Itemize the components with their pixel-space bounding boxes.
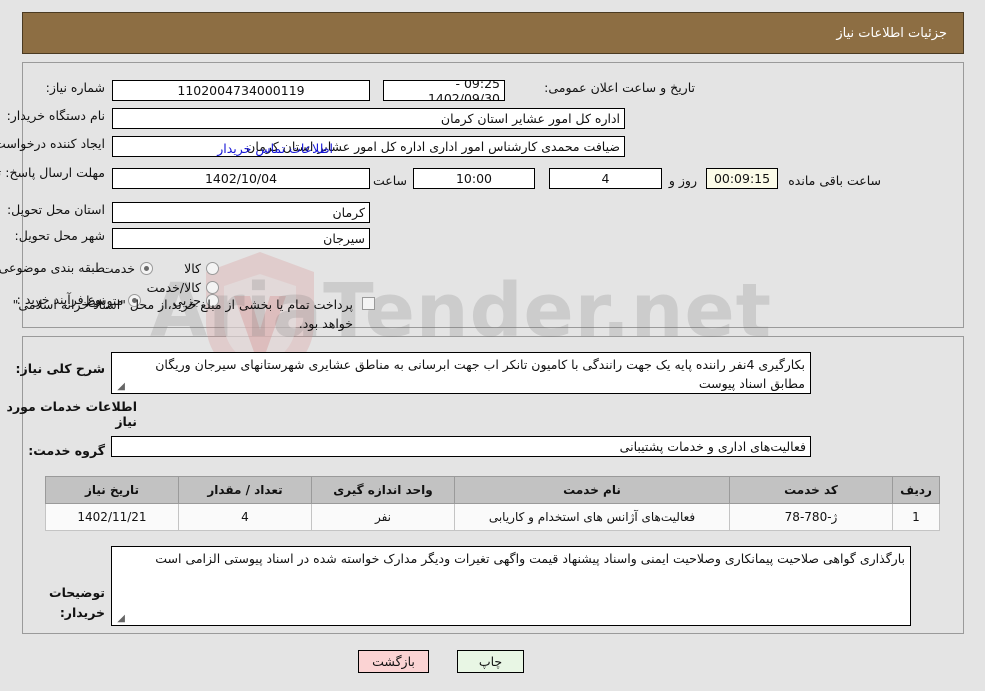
category-option-kala[interactable]: کالا <box>184 261 219 276</box>
table-header-row: ردیف کد خدمت نام خدمت واحد اندازه گیری ت… <box>45 476 940 504</box>
services-table: ردیف کد خدمت نام خدمت واحد اندازه گیری ت… <box>45 476 940 531</box>
countdown-timer-value: 00:09:15 <box>713 171 771 186</box>
service-group-label-wrap: گروه خدمت: <box>28 440 105 460</box>
print-button-label: چاپ <box>478 654 503 669</box>
buyer-contact-link-label: اطلاعات تماس خریدار <box>217 141 333 156</box>
days-and-label: روز و <box>668 173 697 188</box>
description-label: شرح کلی نیاز: <box>15 361 105 376</box>
col-row-no: ردیف <box>892 476 940 504</box>
radio-icon[interactable] <box>140 262 154 275</box>
services-section-title: اطلاعات خدمات مورد نیاز <box>6 399 137 429</box>
back-button-label: بازگشت <box>372 654 415 669</box>
col-quantity: تعداد / مقدار <box>178 476 312 504</box>
description-label-wrap: شرح کلی نیاز: <box>16 358 105 378</box>
treasury-note-wrap: پرداخت تمام یا بخشی از مبلغ خرید،از محل … <box>0 294 353 332</box>
public-announce-field[interactable]: 09:25 - 1402/09/30 <box>383 80 505 101</box>
radio-icon[interactable] <box>206 262 219 275</box>
countdown-timer-field: 00:09:15 <box>706 168 778 189</box>
buyer-notes-label: توضیحات خریدار: <box>49 585 105 620</box>
public-announce-value: 09:25 - 1402/09/30 <box>427 80 500 101</box>
buyer-notes-label-wrap: توضیحات خریدار: <box>0 582 105 622</box>
col-unit: واحد اندازه گیری <box>311 476 455 504</box>
public-announce-label: تاریخ و ساعت اعلان عمومی: <box>544 80 695 95</box>
province-value: کرمان <box>332 205 365 220</box>
resize-grip-icon[interactable]: ◢ <box>115 614 125 624</box>
cell-service-name: فعالیت‌های آژانس های استخدام و کاریابی <box>454 503 730 531</box>
page-header: جزئیات اطلاعات نیاز <box>22 12 964 54</box>
city-field[interactable]: سیرجان <box>112 228 370 249</box>
hour-field[interactable]: 10:00 <box>413 168 535 189</box>
hour-label-wrap: ساعت <box>373 170 407 189</box>
deadline-date-value: 1402/10/04 <box>204 171 278 186</box>
deadline-label: مهلت ارسال پاسخ: تا تاریخ: <box>0 165 105 180</box>
days-field[interactable]: 4 <box>549 168 662 189</box>
service-group-label: گروه خدمت: <box>28 443 105 458</box>
description-value: بکارگیری 4نفر راننده پایه یک جهت رانندگی… <box>155 357 805 391</box>
cell-row-no: 1 <box>892 503 940 531</box>
buyer-contact-link[interactable]: اطلاعات تماس خریدار <box>217 138 333 157</box>
cell-need-date: 1402/11/21 <box>45 503 179 531</box>
city-label: شهر محل تحویل: <box>14 228 105 243</box>
need-number-field[interactable]: 1102004734000119 <box>112 80 370 101</box>
hour-label: ساعت <box>372 173 407 188</box>
page-title: جزئیات اطلاعات نیاز <box>836 25 947 41</box>
days-and-label-wrap: روز و <box>669 170 697 189</box>
service-group-field[interactable]: فعالیت‌های اداری و خدمات پشتیبانی <box>111 436 811 457</box>
creator-field[interactable]: ضیافت محمدی کارشناس امور اداری اداره کل … <box>112 136 625 157</box>
description-textarea[interactable]: بکارگیری 4نفر راننده پایه یک جهت رانندگی… <box>111 352 811 394</box>
need-number-label: شماره نیاز: <box>45 80 105 95</box>
category-option-label: کالا <box>184 261 201 276</box>
services-table-head: ردیف کد خدمت نام خدمت واحد اندازه گیری ت… <box>45 476 940 504</box>
deadline-date-field[interactable]: 1402/10/04 <box>112 168 370 189</box>
province-label-wrap: استان محل تحویل: <box>7 202 105 219</box>
deadline-label-wrap: مهلت ارسال پاسخ: تا تاریخ: <box>0 164 105 182</box>
creator-label: ایجاد کننده درخواست: <box>0 136 105 151</box>
col-service-code: کد خدمت <box>729 476 893 504</box>
buyer-notes-textarea[interactable]: بارگذاری گواهی صلاحیت پیمانکاری وصلاحیت … <box>111 546 911 626</box>
buyer-org-value: اداره کل امور عشایر استان کرمان <box>440 111 620 126</box>
cell-unit: نفر <box>311 503 455 531</box>
need-number-label-wrap: شماره نیاز: <box>46 80 105 97</box>
city-value: سیرجان <box>323 231 365 246</box>
province-label: استان محل تحویل: <box>6 202 105 217</box>
cell-quantity: 4 <box>178 503 312 531</box>
page-root: جزئیات اطلاعات نیاز شماره نیاز: 11020047… <box>0 0 985 691</box>
treasury-note: پرداخت تمام یا بخشی از مبلغ خرید،از محل … <box>12 297 353 331</box>
remaining-label: ساعت باقی مانده <box>788 173 881 188</box>
services-table-body: 1 ژ-780-78 فعالیت‌های آژانس های استخدام … <box>45 503 940 531</box>
cell-service-code: ژ-780-78 <box>729 503 893 531</box>
hour-value: 10:00 <box>455 171 493 186</box>
public-announce-label-wrap: تاریخ و ساعت اعلان عمومی: <box>544 80 695 97</box>
buyer-org-label-wrap: نام دستگاه خریدار: <box>7 108 105 125</box>
checkbox-icon[interactable] <box>362 297 375 310</box>
need-number-value: 1102004734000119 <box>177 83 305 98</box>
buyer-org-field[interactable]: اداره کل امور عشایر استان کرمان <box>112 108 625 129</box>
service-group-value: فعالیت‌های اداری و خدمات پشتیبانی <box>619 439 806 454</box>
province-field[interactable]: کرمان <box>112 202 370 223</box>
category-option-khedmat[interactable]: خدمت <box>101 261 154 276</box>
remaining-label-wrap: ساعت باقی مانده <box>788 170 881 189</box>
days-value: 4 <box>601 171 610 186</box>
print-button[interactable]: چاپ <box>457 650 524 673</box>
col-service-name: نام خدمت <box>454 476 730 504</box>
creator-label-wrap: ایجاد کننده درخواست: <box>0 136 105 153</box>
city-label-wrap: شهر محل تحویل: <box>15 228 105 245</box>
back-button[interactable]: بازگشت <box>358 650 429 673</box>
col-need-date: تاریخ نیاز <box>45 476 179 504</box>
resize-grip-icon[interactable]: ◢ <box>115 382 125 392</box>
buyer-notes-value: بارگذاری گواهی صلاحیت پیمانکاری وصلاحیت … <box>155 551 905 566</box>
category-option-label: خدمت <box>101 261 136 276</box>
table-row[interactable]: 1 ژ-780-78 فعالیت‌های آژانس های استخدام … <box>45 503 940 531</box>
treasury-checkbox[interactable] <box>362 293 375 312</box>
buyer-org-label: نام دستگاه خریدار: <box>6 108 105 123</box>
